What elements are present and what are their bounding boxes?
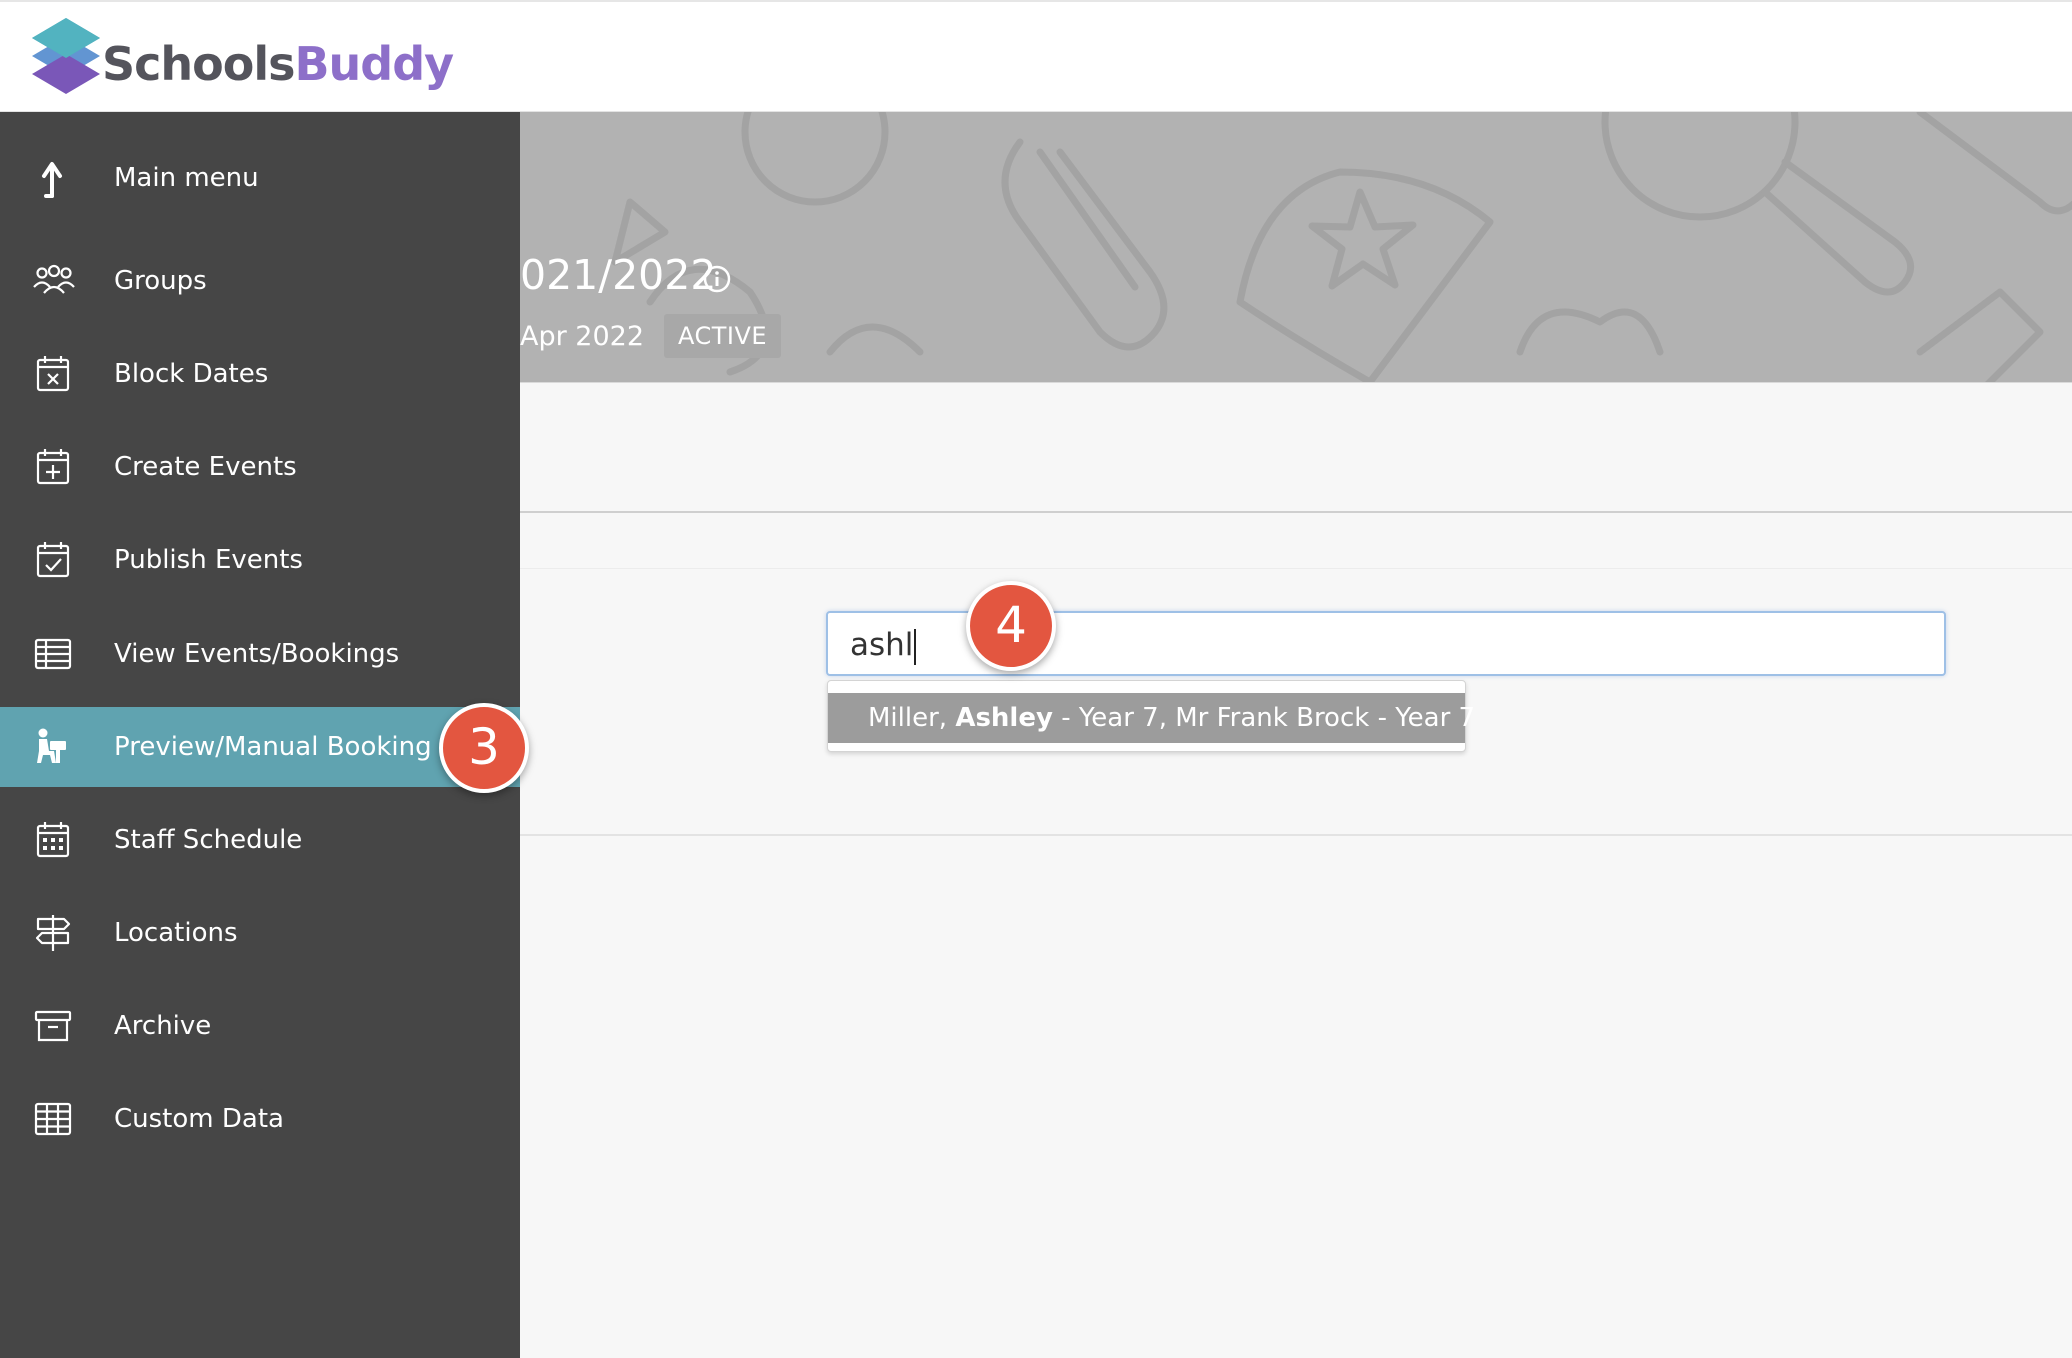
brand-name[interactable]: SchoolsBuddy [102,34,455,94]
step-marker-4: 4 [966,581,1056,671]
sidebar-item-groups[interactable]: Groups [0,241,520,321]
sidebar-item-label: Block Dates [114,359,269,389]
sidebar-item-label: Main menu [114,163,259,193]
sidebar-item-label: Groups [114,266,207,296]
calendar-grid-icon [36,822,70,858]
page-banner: 021/2022 Apr 2022 ACTIVE [520,112,2072,383]
sidebar-item-staff-schedule[interactable]: Staff Schedule [0,800,520,880]
suggestion-match: Ashley [955,703,1053,733]
calendar-plus-icon [36,449,70,485]
archive-icon [34,1010,72,1042]
schoolsbuddy-logo[interactable] [28,16,104,98]
sidebar-item-main-menu[interactable]: Main menu [0,138,520,218]
sidebar-item-view-events-bookings[interactable]: View Events/Bookings [0,614,520,694]
content-header-band [520,383,2072,513]
sidebar-item-publish-events[interactable]: Publish Events [0,520,520,600]
calendar-block-icon [36,356,70,392]
sidebar-item-label: Create Events [114,452,297,482]
sidebar-item-locations[interactable]: Locations [0,893,520,973]
period-title: 021/2022 [520,251,717,299]
suggestion-prefix: Miller, [868,703,956,733]
sidebar-item-label: View Events/Bookings [114,639,400,669]
text-caret [914,628,917,665]
sidebar-item-label: Preview/Manual Booking [114,732,432,762]
info-icon[interactable] [702,264,732,294]
search-suggestions-dropdown: Miller, Ashley - Year 7, Mr Frank Brock … [827,680,1475,752]
sidebar-item-block-dates[interactable]: Block Dates [0,334,520,414]
sidebar-item-label: Custom Data [114,1104,284,1134]
sidebar-item-label: Staff Schedule [114,825,303,855]
groups-icon [33,264,75,294]
calendar-check-icon [36,542,70,578]
brand-part-2: Buddy [294,37,455,91]
sidebar-item-label: Publish Events [114,545,303,575]
sidebar-item-archive[interactable]: Archive [0,986,520,1066]
sidebar-item-create-events[interactable]: Create Events [0,427,520,507]
signpost-icon [35,915,71,951]
step-marker-3: 3 [439,703,529,793]
table-icon [34,638,72,670]
sidebar-item-label: Archive [114,1011,212,1041]
person-desk-icon [37,728,66,763]
suggestion-suffix: - Year 7, Mr Frank Brock - Year 7 [1052,703,1476,733]
sidebar-item-custom-data[interactable]: Custom Data [0,1079,520,1159]
status-badge: ACTIVE [664,314,782,358]
suggestion-item[interactable]: Miller, Ashley - Year 7, Mr Frank Brock … [828,693,1475,743]
sidebar-item-label: Locations [114,918,238,948]
brand-part-1: Schools [102,37,295,91]
grid-icon [34,1102,72,1136]
search-input-value: ashl [850,625,917,665]
arrow-up-icon [42,162,62,198]
top-bar: SchoolsBuddy [0,0,2072,112]
period-dates: Apr 2022 [520,321,645,352]
